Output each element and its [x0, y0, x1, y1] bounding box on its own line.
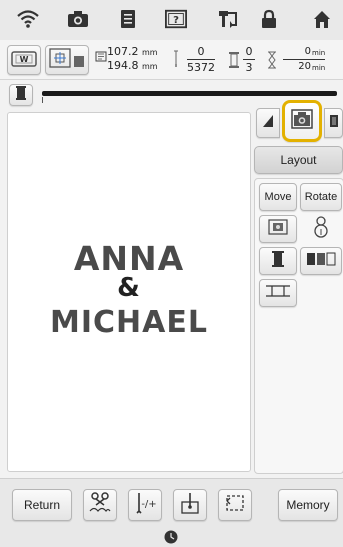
design-width-value: 107.2: [107, 45, 139, 58]
edit-icon: [261, 113, 275, 134]
design-info-bar: W 107.2 mm 194.8 mm 0 5372 0 3 0 min 20 …: [0, 40, 343, 80]
color-spool-icon: [271, 250, 285, 273]
camera-icon[interactable]: [67, 8, 89, 30]
border-icon: [267, 218, 289, 241]
scissors-icon: [88, 491, 112, 519]
color-divider: [243, 59, 255, 60]
color-sort-button[interactable]: [259, 247, 297, 275]
trial-embroidery-button[interactable]: [218, 489, 252, 521]
wifi-icon[interactable]: [17, 8, 39, 30]
return-button[interactable]: Return: [12, 489, 72, 521]
time-total: 20: [298, 61, 311, 72]
design-line-3: MICHAEL: [50, 305, 208, 340]
camera-layout-icon: [291, 108, 313, 134]
thread-color-button[interactable]: [9, 84, 33, 106]
tab-embroidery-view[interactable]: [282, 100, 322, 142]
time-current: 0: [304, 46, 311, 57]
return-label: Return: [23, 498, 61, 512]
hoop-size-button[interactable]: [45, 45, 89, 75]
dashed-frame-icon: [224, 493, 246, 518]
memory-button[interactable]: Memory: [278, 489, 338, 521]
hourglass-icon: [267, 51, 277, 73]
stitch-current: 0: [197, 45, 205, 58]
sequence-icon: [312, 215, 330, 244]
color-current: 0: [245, 45, 253, 58]
stitch-progress-fill: [42, 91, 337, 96]
progress-tick: [42, 97, 43, 103]
design-height-unit: mm: [142, 62, 158, 71]
home-icon[interactable]: [311, 8, 333, 30]
layout-label: Layout: [280, 153, 317, 167]
sequence-icon-slot[interactable]: [300, 215, 342, 243]
rotate-button[interactable]: Rotate: [300, 183, 342, 211]
move-label: Move: [264, 191, 292, 203]
multi-color-button[interactable]: [300, 247, 342, 275]
top-status-bar: ?: [0, 0, 343, 40]
design-width-unit: mm: [142, 48, 158, 57]
color-total: 3: [245, 61, 253, 74]
bottom-toolbar: Return -/+ Memory: [0, 478, 343, 547]
lock-icon[interactable]: [258, 8, 280, 30]
start-point-icon: [179, 492, 201, 519]
stitch-divider: [187, 59, 215, 60]
tab-other[interactable]: [324, 108, 343, 138]
svg-text:-/+: -/+: [141, 499, 156, 510]
layout-button[interactable]: Layout: [254, 146, 343, 174]
rotate-label: Rotate: [304, 191, 338, 203]
multi-spool-icon: [306, 252, 336, 271]
embroidery-frame-button[interactable]: W: [7, 45, 41, 75]
move-button[interactable]: Move: [259, 183, 297, 211]
thread-spool-icon: [228, 51, 240, 73]
embroidery-canvas[interactable]: ANNA & MICHAEL: [7, 112, 251, 472]
time-current-unit: min: [312, 49, 326, 57]
needle-icon: [172, 50, 180, 72]
document-icon[interactable]: [117, 8, 139, 30]
time-divider: [283, 59, 325, 60]
thread-tension-button[interactable]: -/+: [128, 489, 162, 521]
tab-other-icon: [328, 113, 340, 134]
time-total-unit: min: [312, 64, 326, 72]
border-button[interactable]: [259, 215, 297, 243]
design-line-2: &: [117, 273, 141, 303]
cut-thread-button[interactable]: [83, 489, 117, 521]
thread-icon[interactable]: [217, 8, 239, 30]
clock-icon: [164, 530, 178, 547]
start-point-button[interactable]: [173, 489, 207, 521]
array-icon: [265, 284, 291, 303]
spool-icon: [15, 85, 27, 106]
stitch-progress-track[interactable]: [42, 91, 337, 96]
design-height-value: 194.8: [107, 59, 139, 72]
memory-label: Memory: [286, 498, 330, 512]
tension-icon: -/+: [133, 491, 157, 520]
array-button[interactable]: [259, 279, 297, 307]
frame-icon: W: [11, 48, 37, 73]
tab-edit[interactable]: [256, 108, 280, 138]
layout-tools-panel: Move Rotate: [254, 178, 343, 474]
hoop-icon: [48, 46, 86, 75]
help-icon[interactable]: ?: [165, 8, 187, 30]
stitch-total: 5372: [187, 61, 215, 74]
svg-text:?: ?: [173, 15, 179, 26]
svg-text:W: W: [20, 55, 29, 64]
